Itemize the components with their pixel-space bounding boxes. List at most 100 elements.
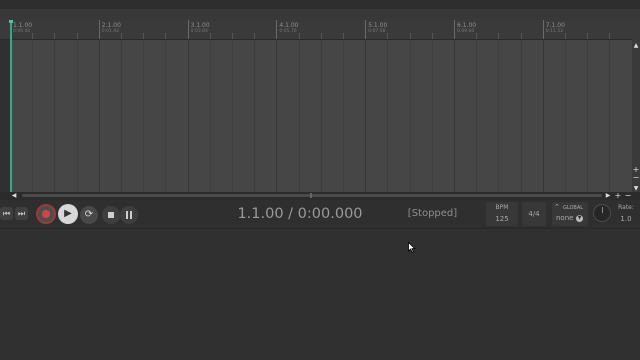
beat-tick	[121, 33, 122, 39]
beat-tick	[54, 33, 56, 39]
bar-grid-line	[454, 40, 455, 192]
loop-button[interactable]: ⟳	[80, 206, 98, 224]
beat-grid-line	[121, 40, 122, 192]
bar-time-label: 0:01.92	[101, 29, 120, 34]
rate-label: Rate:	[618, 204, 634, 211]
timeline-ruler[interactable]: 1.1.00 0:00.00 2.1.00 0:01.92 3.1.00 0:03.84 4…	[0, 20, 632, 40]
time-display[interactable]: 1.1.00 / 0:00.000	[200, 204, 400, 224]
record-button[interactable]	[36, 204, 56, 224]
top-toolbar-strip	[0, 0, 640, 20]
record-icon	[42, 210, 50, 218]
playhead-handle[interactable]	[9, 20, 13, 23]
beat-grid-line	[165, 40, 167, 192]
loop-icon: ⟳	[84, 209, 94, 220]
beat-tick	[476, 33, 478, 39]
bar-grid-line	[98, 40, 100, 192]
ruler-bar-marker[interactable]: 3.1.00 0:03.84	[187, 20, 210, 39]
scroll-thumb[interactable]	[310, 193, 312, 198]
bar-number-label: 1.1.00	[13, 22, 33, 29]
ruler-bar-marker[interactable]: 4.1.00 0:05.76	[276, 20, 298, 39]
bar-number-label: 3.1.00	[190, 22, 210, 29]
bar-time-label: 0:11.52	[545, 29, 564, 34]
beat-grid-line	[498, 40, 500, 192]
beat-tick	[431, 33, 433, 39]
pause-button[interactable]	[120, 206, 138, 224]
global-label: GLOBAL	[563, 205, 584, 211]
scroll-left-arrow-icon[interactable]: ◀	[10, 192, 18, 200]
zoom-out-horizontal-icon[interactable]: −	[624, 192, 632, 200]
vertical-scrollbar[interactable]: ▲ + − ▼	[632, 20, 640, 192]
zoom-out-vertical-icon[interactable]: −	[632, 174, 640, 182]
beat-grid-line	[565, 40, 566, 192]
horizontal-scrollbar[interactable]: ◀ ▶ + −	[0, 192, 640, 200]
beat-grid-line	[476, 40, 478, 192]
scroll-up-arrow-icon[interactable]: ▲	[632, 42, 640, 50]
beat-tick	[409, 33, 411, 39]
playhead-cursor[interactable]	[10, 20, 12, 192]
bar-number-label: 2.1.00	[101, 22, 121, 29]
beat-grid-line	[343, 40, 344, 192]
beat-grid-line	[209, 40, 211, 192]
bar-number-label: 7.1.00	[545, 22, 565, 29]
beat-grid-line	[32, 40, 34, 192]
knob-pointer	[602, 207, 603, 213]
stop-button[interactable]	[102, 206, 120, 224]
beat-tick	[609, 33, 611, 39]
play-button[interactable]: ▶	[58, 204, 78, 224]
beat-tick	[565, 33, 566, 39]
ruler-bar-marker[interactable]: 5.1.00 0:07.68	[365, 20, 387, 39]
stop-icon	[108, 212, 114, 218]
beat-grid-line	[431, 40, 433, 192]
bar-number-label: 5.1.00	[368, 22, 388, 29]
bpm-value[interactable]: 125	[486, 215, 518, 224]
ruler-bar-marker[interactable]: 7.1.00 0:11.52	[542, 20, 565, 39]
beat-grid-line	[76, 40, 78, 192]
scroll-track[interactable]	[22, 194, 602, 197]
beat-tick	[143, 33, 145, 39]
beat-tick	[76, 33, 78, 39]
bpm-control[interactable]: BPM 125	[486, 202, 518, 226]
dropdown-arrow-icon[interactable]: ▼	[576, 215, 583, 222]
skip-back-icon[interactable]: ⏮	[0, 207, 13, 220]
bar-grid-line	[276, 40, 278, 192]
ruler-bar-marker[interactable]: 2.1.00 0:01.92	[98, 20, 121, 39]
arrange-view[interactable]	[10, 40, 632, 192]
skip-forward-icon[interactable]: ⏭	[15, 207, 28, 220]
bar-time-label: 0:09.60	[457, 29, 475, 34]
global-value: none	[556, 214, 574, 222]
mouse-pointer-icon	[408, 238, 416, 257]
rate-value: 1.0	[620, 215, 632, 223]
beat-grid-line	[254, 40, 256, 192]
beat-tick	[520, 33, 522, 39]
beat-tick	[587, 33, 589, 39]
zoom-in-horizontal-icon[interactable]: +	[614, 192, 622, 200]
play-icon: ▶	[64, 208, 72, 219]
daw-window: 1.1.00 0:00.00 2.1.00 0:01.92 3.1.00 0:03.84 4…	[0, 0, 640, 360]
global-automation-control[interactable]: ⌃ GLOBAL none ▼	[552, 202, 588, 226]
bar-time-label: 0:00.00	[13, 29, 31, 34]
rate-readout[interactable]: Rate: 1.0	[614, 202, 638, 226]
time-signature[interactable]: 4/4	[522, 202, 546, 226]
bar-grid-line	[187, 40, 189, 192]
beat-tick	[165, 33, 167, 39]
pause-icon	[126, 211, 128, 219]
beat-tick	[498, 33, 500, 39]
bar-grid-line	[542, 40, 544, 192]
automation-envelope-icon: ⌃	[554, 203, 560, 211]
beat-grid-line	[609, 40, 611, 192]
beat-tick	[209, 33, 211, 39]
beat-tick	[343, 33, 344, 39]
beat-tick	[254, 33, 256, 39]
beat-tick	[32, 33, 34, 39]
beat-grid-line	[232, 40, 233, 192]
scroll-right-arrow-icon[interactable]: ▶	[604, 192, 612, 200]
ruler-bar-marker[interactable]: 6.1.00 0:09.60	[454, 20, 476, 39]
rate-knob[interactable]	[593, 204, 611, 222]
bar-grid-line	[365, 40, 367, 192]
beat-tick	[387, 33, 389, 39]
beat-tick	[320, 33, 322, 39]
bar-time-label: 0:03.84	[190, 29, 208, 34]
beat-grid-line	[587, 40, 589, 192]
beat-tick	[232, 33, 233, 39]
beat-grid-line	[298, 40, 300, 192]
